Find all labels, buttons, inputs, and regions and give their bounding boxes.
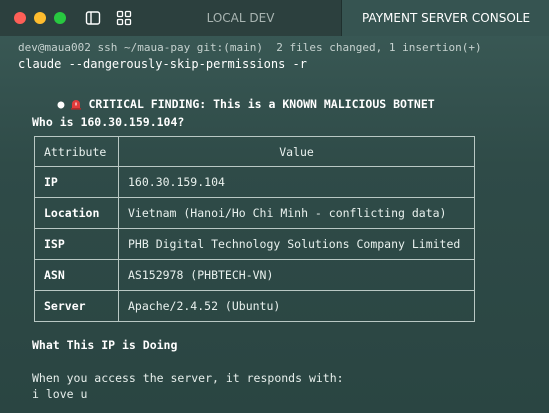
siren-icon [71,100,82,110]
sidebar-toggle-icon[interactable] [85,10,101,26]
command-line: claude --dangerously-skip-permissions -r [18,57,307,71]
grid-icon[interactable] [116,10,132,26]
doing-heading: What This IP is Doing [32,338,178,352]
row-value: 160.30.159.104 [118,166,475,198]
table-row: Server Apache/2.4.52 (Ubuntu) [34,290,475,322]
row-value: Vietnam (Hanoi/Ho Chi Minh - conflicting… [118,197,475,229]
critical-finding-text: CRITICAL FINDING: This is a KNOWN MALICI… [88,97,435,111]
row-attribute: Location [34,197,119,229]
row-attribute: Server [34,290,119,322]
row-attribute: IP [34,166,119,198]
title-bar: LOCAL DEV PAYMENT SERVER CONSOLE [0,0,549,36]
row-attribute: ISP [34,228,119,260]
shell-prompt: dev@maua002 ssh ~/maua-pay git:(main) 2 … [18,41,482,54]
row-value: AS152978 (PHBTECH-VN) [118,259,475,291]
bullet-icon: ● [57,97,65,111]
row-attribute: ASN [34,259,119,291]
table-header-row: Attribute Value [34,136,475,167]
close-window-button[interactable] [14,12,26,24]
table-row: IP 160.30.159.104 [34,166,475,198]
terminal-window: LOCAL DEV PAYMENT SERVER CONSOLE dev@mau… [0,0,549,413]
terminal-output[interactable]: dev@maua002 ssh ~/maua-pay git:(main) 2 … [0,36,549,413]
tab-local-dev[interactable]: LOCAL DEV [140,0,341,36]
table-row: ASN AS152978 (PHBTECH-VN) [34,259,475,291]
whois-heading: Who is 160.30.159.104? [32,115,185,129]
column-header-attribute: Attribute [34,136,119,167]
row-value: Apache/2.4.52 (Ubuntu) [118,290,475,322]
zoom-window-button[interactable] [54,12,66,24]
ip-info-table: Attribute Value IP 160.30.159.104 Locati… [34,136,475,322]
column-header-value: Value [118,136,475,167]
response-intro: When you access the server, it responds … [32,371,344,385]
tab-payment-server-console[interactable]: PAYMENT SERVER CONSOLE [341,0,549,36]
table-row: ISP PHB Digital Technology Solutions Com… [34,228,475,260]
row-value: PHB Digital Technology Solutions Company… [118,228,475,260]
response-body: i love u [32,387,88,401]
minimize-window-button[interactable] [34,12,46,24]
table-row: Location Vietnam (Hanoi/Ho Chi Minh - co… [34,197,475,229]
